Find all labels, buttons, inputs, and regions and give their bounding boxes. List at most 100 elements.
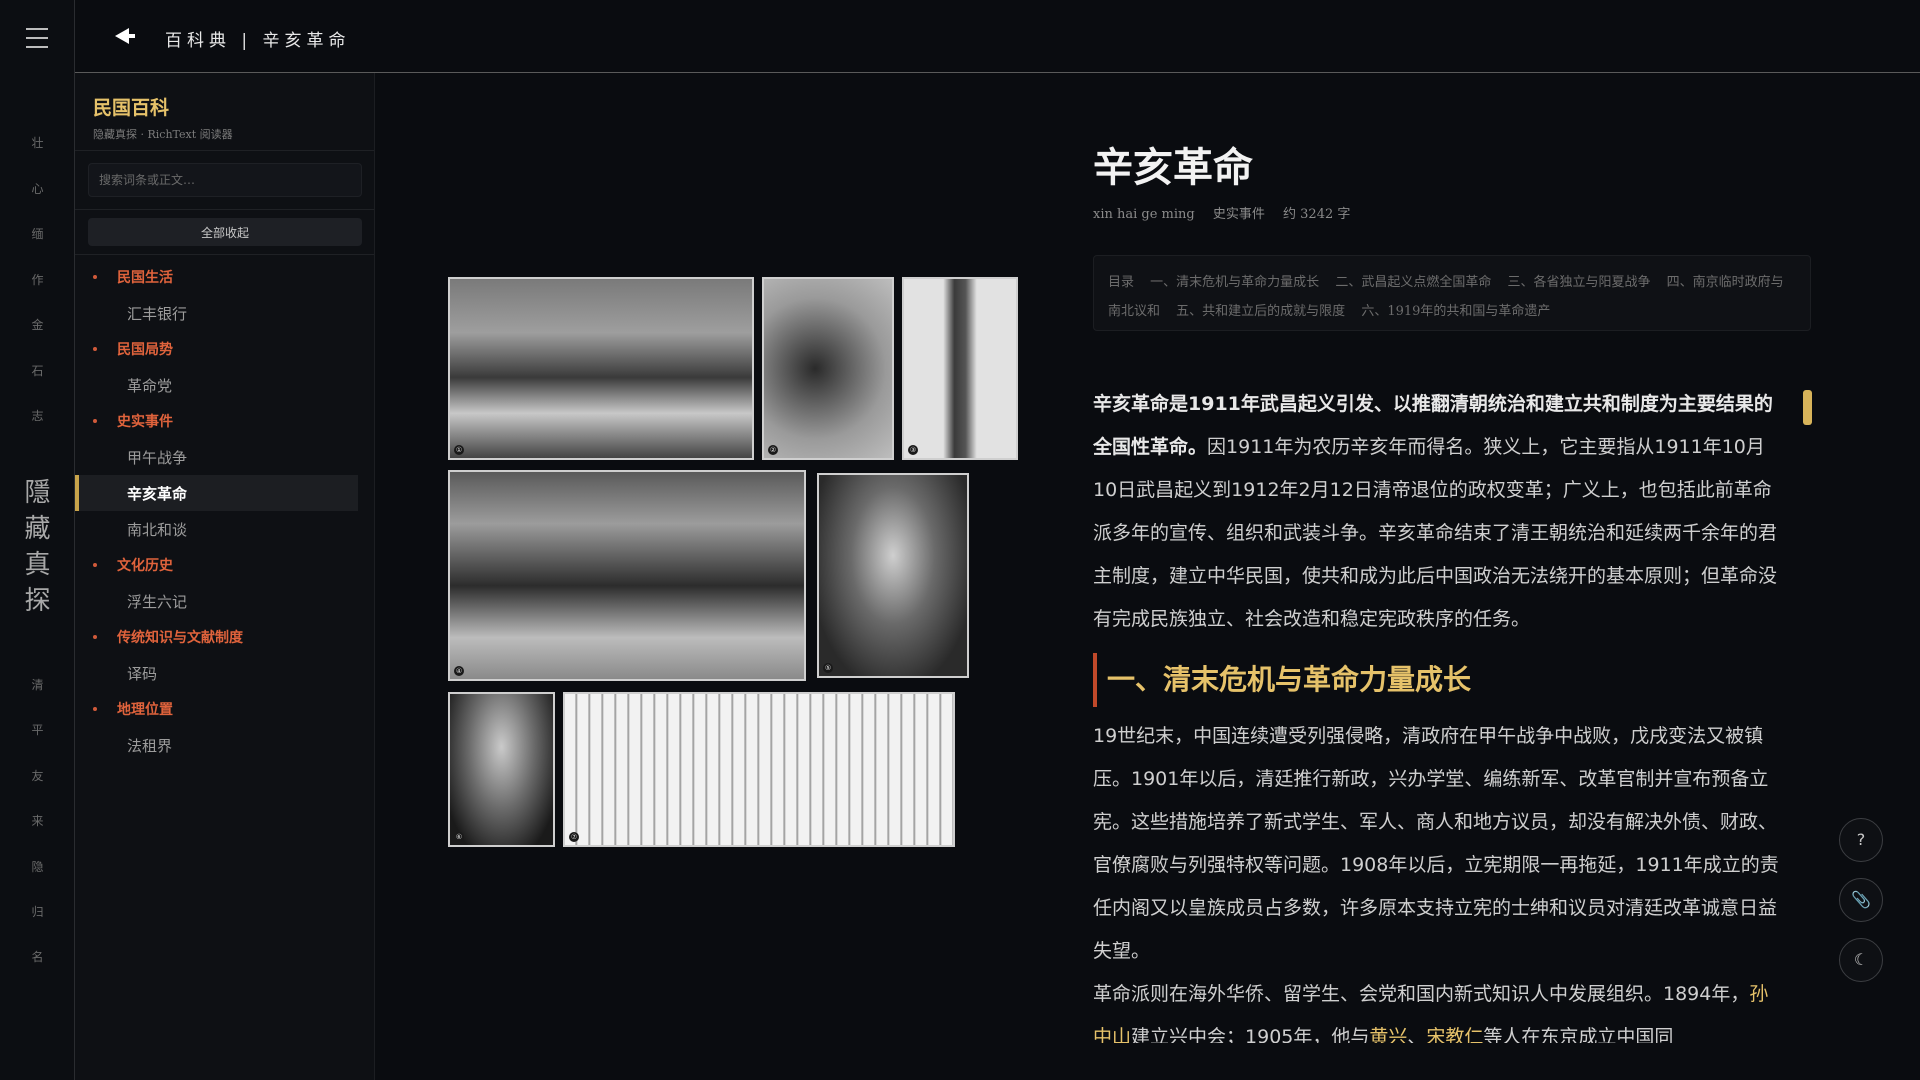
paragraph: 19世纪末，中国连续遭受列强侵略，清政府在甲午战争中战败，戊戌变法又被镇压。19… bbox=[1093, 725, 1779, 962]
article-title: 辛亥革命 bbox=[1093, 144, 1253, 191]
theme-toggle-button[interactable]: ☾ bbox=[1839, 938, 1883, 982]
toc-item[interactable]: 五、共和建立后的成就与限度 bbox=[1176, 304, 1345, 319]
clip-button[interactable]: 📎 bbox=[1839, 878, 1883, 922]
breadcrumb: 百科典 | 辛亥革命 bbox=[165, 31, 351, 51]
top-bar: 百科典 | 辛亥革命 bbox=[75, 0, 1920, 73]
rail-char[interactable]: 缅 bbox=[0, 225, 75, 242]
menu-icon[interactable] bbox=[26, 28, 48, 48]
toc-label: 目录 bbox=[1108, 275, 1135, 290]
moon-icon: ☾ bbox=[1853, 950, 1869, 969]
help-icon: ? bbox=[1856, 830, 1866, 849]
nav-category[interactable]: 文化历史 bbox=[75, 547, 374, 583]
rail-char[interactable]: 石 bbox=[0, 362, 75, 379]
search-input[interactable] bbox=[88, 163, 362, 197]
nav-item[interactable]: 译码 bbox=[75, 655, 358, 691]
table-of-contents: 目录 一、清末危机与革命力量成长 二、武昌起义点燃全国革命 三、各省独立与阳夏战… bbox=[1093, 255, 1811, 331]
bullet-icon bbox=[93, 347, 97, 351]
rail-char[interactable]: 金 bbox=[0, 316, 75, 333]
rail-char[interactable]: 志 bbox=[0, 407, 75, 424]
rail-char[interactable]: 壮 bbox=[0, 134, 75, 151]
nav-item[interactable]: 辛亥革命 bbox=[75, 475, 358, 511]
text-run: 等人在东京成立中国同 bbox=[1483, 1026, 1674, 1043]
photo-number: ⑤ bbox=[823, 663, 833, 673]
scrollbar-thumb[interactable] bbox=[1803, 390, 1812, 425]
rail-char[interactable]: 归 bbox=[0, 903, 75, 920]
site-subtitle: 隐藏真探 · RichText 阅读器 bbox=[93, 128, 233, 141]
bullet-icon bbox=[93, 275, 97, 279]
paragraph: 革命派则在海外华侨、留学生、会党和国内新式知识人中发展组织。1894年，孙中山建… bbox=[1093, 973, 1783, 1043]
meta-pinyin: xin hai ge ming bbox=[1093, 207, 1195, 222]
back-arrow-icon[interactable] bbox=[115, 28, 135, 44]
photo-number: ⑦ bbox=[569, 832, 579, 842]
section-heading: 一、清末危机与革命力量成长 bbox=[1093, 653, 1783, 707]
text-run: 建立兴中会；1905年，他与 bbox=[1131, 1026, 1370, 1043]
sidebar: 民国百科 隐藏真探 · RichText 阅读器 全部收起 民国生活汇丰银行民国… bbox=[75, 73, 375, 1080]
rail-char[interactable]: 来 bbox=[0, 812, 75, 829]
nav-item[interactable]: 浮生六记 bbox=[75, 583, 358, 619]
sidebar-header: 民国百科 隐藏真探 · RichText 阅读器 bbox=[75, 73, 374, 151]
toc-item[interactable]: 三、各省独立与阳夏战争 bbox=[1507, 275, 1650, 290]
rail-char[interactable]: 清 bbox=[0, 676, 75, 693]
brand-char: 隱 bbox=[24, 478, 51, 508]
nav-category[interactable]: 史实事件 bbox=[75, 403, 374, 439]
photo-number: ③ bbox=[908, 445, 918, 455]
photo-government-building[interactable]: ④ bbox=[448, 470, 806, 681]
rail-char[interactable]: 名 bbox=[0, 948, 75, 965]
toc-item[interactable]: 二、武昌起义点燃全国革命 bbox=[1335, 275, 1491, 290]
rail-char[interactable]: 心 bbox=[0, 180, 75, 197]
nav-category-label: 传统知识与文献制度 bbox=[117, 630, 243, 646]
bullet-icon bbox=[93, 635, 97, 639]
nav-item[interactable]: 法租界 bbox=[75, 727, 358, 763]
photo-manuscript-document[interactable]: ⑦ bbox=[563, 692, 955, 847]
nav-category-label: 文化历史 bbox=[117, 558, 173, 574]
meta-wordcount: 约 3242 字 bbox=[1283, 207, 1351, 222]
nav-category-label: 民国局势 bbox=[117, 342, 173, 358]
nav-item[interactable]: 南北和谈 bbox=[75, 511, 358, 547]
toc-item[interactable]: 六、1919年的共和国与革命遗产 bbox=[1361, 304, 1550, 319]
bullet-icon bbox=[93, 707, 97, 711]
photo-standing-officer[interactable]: ③ bbox=[902, 277, 1018, 460]
article-body: 辛亥革命是1911年武昌起义引发、以推翻清朝统治和建立共和制度为主要结果的全国性… bbox=[1093, 383, 1783, 1043]
rail-char[interactable]: 隐 bbox=[0, 858, 75, 875]
bullet-icon bbox=[93, 419, 97, 423]
rail-char[interactable]: 作 bbox=[0, 271, 75, 288]
photo-headshot[interactable]: ⑥ bbox=[448, 692, 555, 847]
lead-paragraph: 辛亥革命是1911年武昌起义引发、以推翻清朝统治和建立共和制度为主要结果的全国性… bbox=[1093, 383, 1783, 641]
help-button[interactable]: ? bbox=[1839, 818, 1883, 862]
photo-battlefield[interactable]: ② bbox=[762, 277, 894, 460]
brand-vertical-logo: 隱 藏 真 探 bbox=[0, 475, 75, 619]
nav-category-label: 地理位置 bbox=[117, 702, 173, 718]
left-rail: 壮心缅作金石志 隱 藏 真 探 清平友来隐归名 bbox=[0, 0, 75, 1080]
link-huang-xing[interactable]: 黄兴 bbox=[1369, 1026, 1407, 1043]
rail-char[interactable]: 平 bbox=[0, 721, 75, 738]
photo-number: ① bbox=[454, 445, 464, 455]
nav-category[interactable]: 地理位置 bbox=[75, 691, 374, 727]
nav-category-label: 史实事件 bbox=[117, 414, 173, 430]
article: 辛亥革命 xin hai ge ming 史实事件 约 3242 字 目录 一、… bbox=[1093, 73, 1813, 1043]
toc-item[interactable]: 一、清末危机与革命力量成长 bbox=[1150, 275, 1319, 290]
text-run: 、 bbox=[1407, 1026, 1427, 1043]
link-song-jiaoren[interactable]: 宋教仁 bbox=[1426, 1026, 1483, 1043]
bullet-icon bbox=[93, 563, 97, 567]
photo-number: ④ bbox=[454, 666, 464, 676]
nav-item[interactable]: 甲午战争 bbox=[75, 439, 358, 475]
meta-category: 史实事件 bbox=[1212, 207, 1265, 222]
brand-char: 藏 bbox=[24, 514, 51, 544]
nav-category[interactable]: 民国生活 bbox=[75, 259, 374, 295]
nav-category[interactable]: 传统知识与文献制度 bbox=[75, 619, 374, 655]
nav-category[interactable]: 民国局势 bbox=[75, 331, 374, 367]
collapse-all-button[interactable]: 全部收起 bbox=[88, 218, 362, 246]
article-meta: xin hai ge ming 史实事件 约 3242 字 bbox=[1093, 203, 1364, 222]
lead-text: 因1911年为农历辛亥年而得名。狭义上，它主要指从1911年10月10日武昌起义… bbox=[1093, 436, 1778, 630]
photo-group-portrait[interactable]: ① bbox=[448, 277, 754, 460]
text-run: 革命派则在海外华侨、留学生、会党和国内新式知识人中发展组织。1894年， bbox=[1093, 983, 1750, 1005]
rail-char[interactable]: 友 bbox=[0, 767, 75, 784]
photo-seated-portrait[interactable]: ⑤ bbox=[817, 473, 969, 678]
nav-item[interactable]: 革命党 bbox=[75, 367, 358, 403]
paperclip-icon: 📎 bbox=[1851, 890, 1871, 909]
photo-number: ⑥ bbox=[454, 832, 464, 842]
brand-char: 真 bbox=[24, 550, 51, 580]
nav-item[interactable]: 汇丰银行 bbox=[75, 295, 358, 331]
divider bbox=[75, 209, 374, 210]
sidebar-nav: 民国生活 汇丰银行民国局势革命党史实事件甲午战争 辛亥革命 南北和谈文化历史浮生六记传… bbox=[75, 255, 374, 763]
